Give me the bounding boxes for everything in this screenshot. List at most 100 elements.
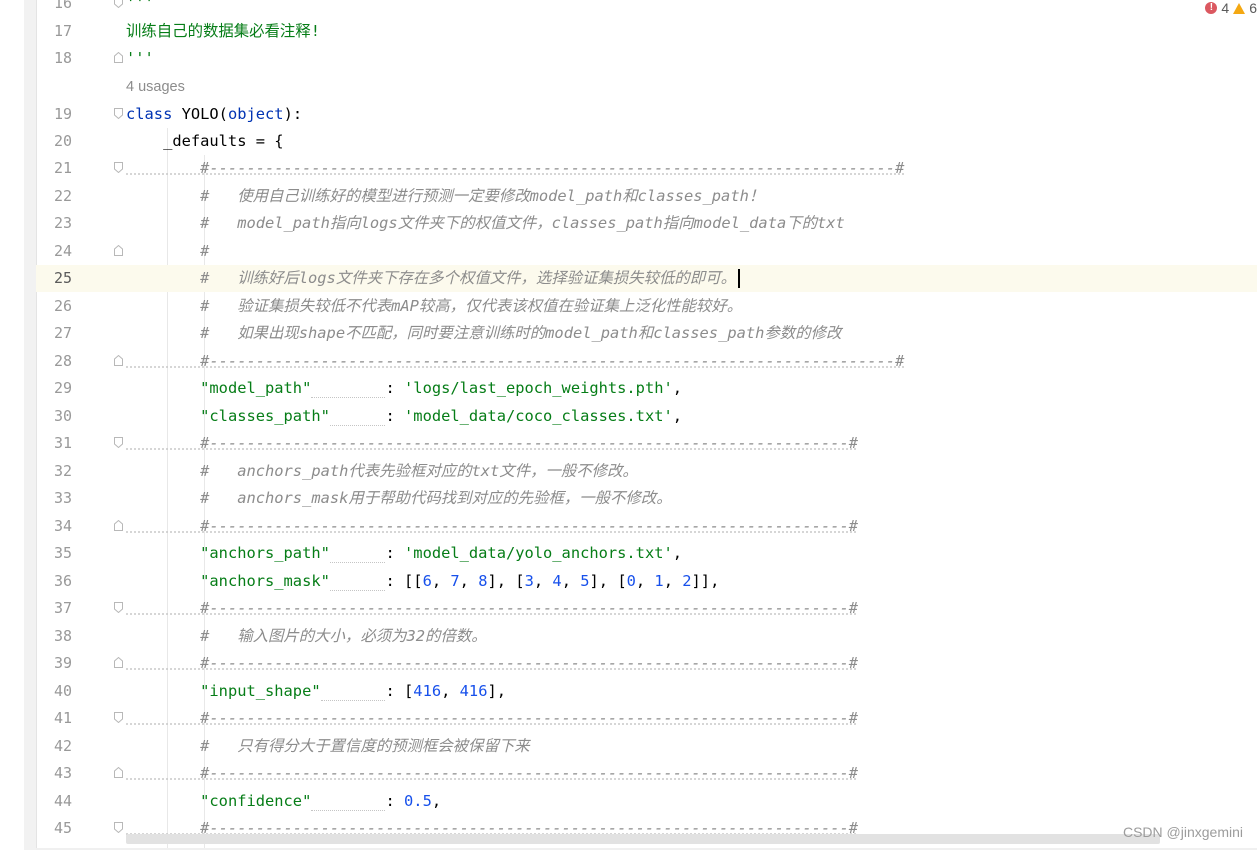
line-number[interactable]: 29 (36, 375, 72, 402)
fold-marker-icon[interactable] (114, 162, 123, 173)
line-number[interactable]: 30 (36, 403, 72, 430)
code-line[interactable]: 35 "anchors_path" : 'model_data/yolo_anc… (36, 540, 1257, 567)
code-text[interactable]: ''' (126, 0, 154, 17)
code-line[interactable]: 20 _defaults = { (36, 128, 1257, 155)
fold-marker-icon[interactable] (114, 712, 123, 723)
code-text[interactable]: # 使用自己训练好的模型进行预测一定要修改model_path和classes_… (126, 183, 764, 210)
horizontal-scrollbar[interactable] (126, 834, 1160, 844)
code-line[interactable]: 42 # 只有得分大于置信度的预测框会被保留下来 (36, 733, 1257, 760)
fold-marker-icon[interactable] (114, 108, 123, 119)
code-text[interactable]: "classes_path" : 'model_data/coco_classe… (126, 403, 682, 430)
line-number[interactable]: 42 (36, 733, 72, 760)
code-line[interactable]: 33 # anchors_mask用于帮助代码找到对应的先验框，一般不修改。 (36, 485, 1257, 512)
code-text[interactable]: _defaults = { (126, 128, 283, 155)
line-number[interactable]: 22 (36, 183, 72, 210)
fold-marker-icon[interactable] (114, 0, 123, 8)
line-number[interactable]: 36 (36, 568, 72, 595)
line-number[interactable]: 40 (36, 678, 72, 705)
line-number[interactable]: 21 (36, 155, 72, 182)
code-text[interactable]: "input_shape" : [416, 416], (126, 678, 506, 705)
code-text[interactable]: # 验证集损失较低不代表mAP较高，仅代表该权值在验证集上泛化性能较好。 (126, 293, 742, 320)
line-number[interactable]: 43 (36, 760, 72, 787)
line-number[interactable]: 38 (36, 623, 72, 650)
code-line[interactable]: 24 # (36, 238, 1257, 265)
code-text[interactable]: #---------------------------------------… (126, 650, 858, 677)
line-number[interactable]: 32 (36, 458, 72, 485)
code-line[interactable]: 27 # 如果出现shape不匹配，同时要注意训练时的model_path和cl… (36, 320, 1257, 347)
code-text[interactable]: #---------------------------------------… (126, 595, 858, 622)
line-number[interactable]: 34 (36, 513, 72, 540)
code-line[interactable]: 44 "confidence" : 0.5, (36, 788, 1257, 815)
usages-hint[interactable]: 4 usages (126, 74, 185, 101)
fold-marker-icon[interactable] (114, 437, 123, 448)
code-text[interactable]: #---------------------------------------… (126, 430, 858, 457)
code-line[interactable]: 41 #------------------------------------… (36, 705, 1257, 732)
line-number[interactable]: 24 (36, 238, 72, 265)
code-text[interactable]: # 训练好后logs文件夹下存在多个权值文件，选择验证集损失较低的即可。 (126, 265, 740, 292)
code-text[interactable]: #---------------------------------------… (126, 348, 904, 375)
line-number[interactable]: 28 (36, 348, 72, 375)
code-text[interactable]: #---------------------------------------… (126, 760, 858, 787)
line-number[interactable]: 39 (36, 650, 72, 677)
line-number[interactable]: 37 (36, 595, 72, 622)
fold-marker-icon[interactable] (114, 52, 123, 63)
line-number[interactable]: 25 (36, 265, 72, 292)
code-line[interactable]: 25 # 训练好后logs文件夹下存在多个权值文件，选择验证集损失较低的即可。 (36, 265, 1257, 292)
code-line[interactable]: 28 #------------------------------------… (36, 348, 1257, 375)
code-text[interactable]: # anchors_path代表先验框对应的txt文件，一般不修改。 (126, 458, 638, 485)
code-line[interactable]: 17 训练自己的数据集必看注释! (36, 18, 1257, 45)
line-number[interactable]: 20 (36, 128, 72, 155)
code-text[interactable]: #---------------------------------------… (126, 705, 858, 732)
fold-marker-icon[interactable] (114, 245, 123, 256)
code-line[interactable]: 37 #------------------------------------… (36, 595, 1257, 622)
code-text[interactable]: # anchors_mask用于帮助代码找到对应的先验框，一般不修改。 (126, 485, 671, 512)
code-line[interactable]: 40 "input_shape" : [416, 416], (36, 678, 1257, 705)
code-line[interactable]: 16 ''' (36, 0, 1257, 17)
fold-marker-icon[interactable] (114, 602, 123, 613)
code-text[interactable]: "anchors_mask" : [[6, 7, 8], [3, 4, 5], … (126, 568, 719, 595)
line-number[interactable]: 23 (36, 210, 72, 237)
code-line[interactable]: 19 class YOLO(object): (36, 101, 1257, 128)
code-text[interactable]: "confidence" : 0.5, (126, 788, 441, 815)
code-line[interactable]: 29 "model_path" : 'logs/last_epoch_weigh… (36, 375, 1257, 402)
code-text[interactable]: # 如果出现shape不匹配，同时要注意训练时的model_path和class… (126, 320, 841, 347)
code-line[interactable]: 30 "classes_path" : 'model_data/coco_cla… (36, 403, 1257, 430)
code-editor[interactable]: 4 usages 16 ''' 17 训练自己的数据集必看注释! 18 ''' 19 clas… (36, 0, 1257, 850)
code-line[interactable]: 26 # 验证集损失较低不代表mAP较高，仅代表该权值在验证集上泛化性能较好。 (36, 293, 1257, 320)
code-text[interactable]: # 输入图片的大小，必须为32的倍数。 (126, 623, 486, 650)
code-line[interactable]: 34 #------------------------------------… (36, 513, 1257, 540)
fold-marker-icon[interactable] (114, 657, 123, 668)
code-line[interactable]: 39 #------------------------------------… (36, 650, 1257, 677)
code-text[interactable]: # 只有得分大于置信度的预测框会被保留下来 (126, 733, 530, 760)
line-number[interactable]: 16 (36, 0, 72, 17)
code-line[interactable]: 36 "anchors_mask" : [[6, 7, 8], [3, 4, 5… (36, 568, 1257, 595)
line-number[interactable]: 35 (36, 540, 72, 567)
fold-marker-icon[interactable] (114, 355, 123, 366)
line-number[interactable]: 19 (36, 101, 72, 128)
code-text[interactable]: #---------------------------------------… (126, 513, 858, 540)
line-number[interactable]: 18 (36, 45, 72, 72)
code-line[interactable]: 18 ''' (36, 45, 1257, 72)
fold-marker-icon[interactable] (114, 520, 123, 531)
line-number[interactable]: 41 (36, 705, 72, 732)
code-text[interactable]: "model_path" : 'logs/last_epoch_weights.… (126, 375, 682, 402)
code-line[interactable]: 32 # anchors_path代表先验框对应的txt文件，一般不修改。 (36, 458, 1257, 485)
code-line[interactable]: 23 # model_path指向logs文件夹下的权值文件，classes_p… (36, 210, 1257, 237)
line-number[interactable]: 45 (36, 815, 72, 842)
code-text[interactable]: #---------------------------------------… (126, 155, 904, 182)
code-text[interactable]: 训练自己的数据集必看注释! (126, 18, 320, 45)
line-number[interactable]: 27 (36, 320, 72, 347)
fold-marker-icon[interactable] (114, 822, 123, 833)
line-number[interactable]: 31 (36, 430, 72, 457)
code-line[interactable]: 43 #------------------------------------… (36, 760, 1257, 787)
line-number[interactable]: 17 (36, 18, 72, 45)
line-number[interactable]: 26 (36, 293, 72, 320)
code-text[interactable]: class YOLO(object): (126, 101, 302, 128)
line-number[interactable]: 33 (36, 485, 72, 512)
line-number[interactable]: 44 (36, 788, 72, 815)
code-line[interactable]: 22 # 使用自己训练好的模型进行预测一定要修改model_path和class… (36, 183, 1257, 210)
code-line[interactable]: 31 #------------------------------------… (36, 430, 1257, 457)
code-line[interactable]: 38 # 输入图片的大小，必须为32的倍数。 (36, 623, 1257, 650)
code-text[interactable]: # (126, 238, 209, 265)
code-text[interactable]: "anchors_path" : 'model_data/yolo_anchor… (126, 540, 682, 567)
